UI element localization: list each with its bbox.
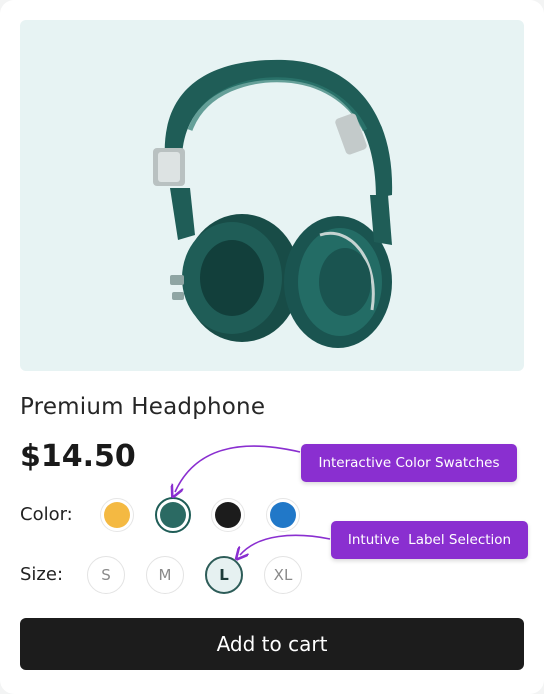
swatch-dot: [270, 502, 296, 528]
size-option-m[interactable]: M: [146, 556, 184, 594]
size-label: Size:: [20, 564, 64, 585]
swatch-dot: [160, 502, 186, 528]
size-option-l[interactable]: L: [205, 556, 243, 594]
color-swatch-blue[interactable]: [266, 498, 300, 532]
color-label: Color:: [20, 504, 73, 525]
arrow-to-swatches: [175, 445, 301, 492]
arrow-to-sizes: [240, 534, 331, 555]
swatch-dot: [215, 502, 241, 528]
color-swatch-black[interactable]: [211, 498, 245, 532]
product-image: [20, 20, 524, 371]
swatch-dot: [104, 502, 130, 528]
size-option-xl[interactable]: XL: [264, 556, 302, 594]
color-swatch-yellow[interactable]: [100, 498, 134, 532]
annotation-label-selection: Intutive Label Selection: [331, 521, 528, 559]
add-to-cart-button[interactable]: Add to cart: [20, 618, 524, 670]
headphones-image: [153, 59, 393, 348]
product-price: $14.50: [20, 439, 136, 474]
annotation-color-swatches: Interactive Color Swatches: [301, 444, 517, 482]
product-card: Premium Headphone $14.50 Color: Size: S …: [0, 0, 544, 694]
product-title: Premium Headphone: [20, 394, 266, 420]
color-swatch-green[interactable]: [155, 497, 191, 533]
size-option-s[interactable]: S: [87, 556, 125, 594]
